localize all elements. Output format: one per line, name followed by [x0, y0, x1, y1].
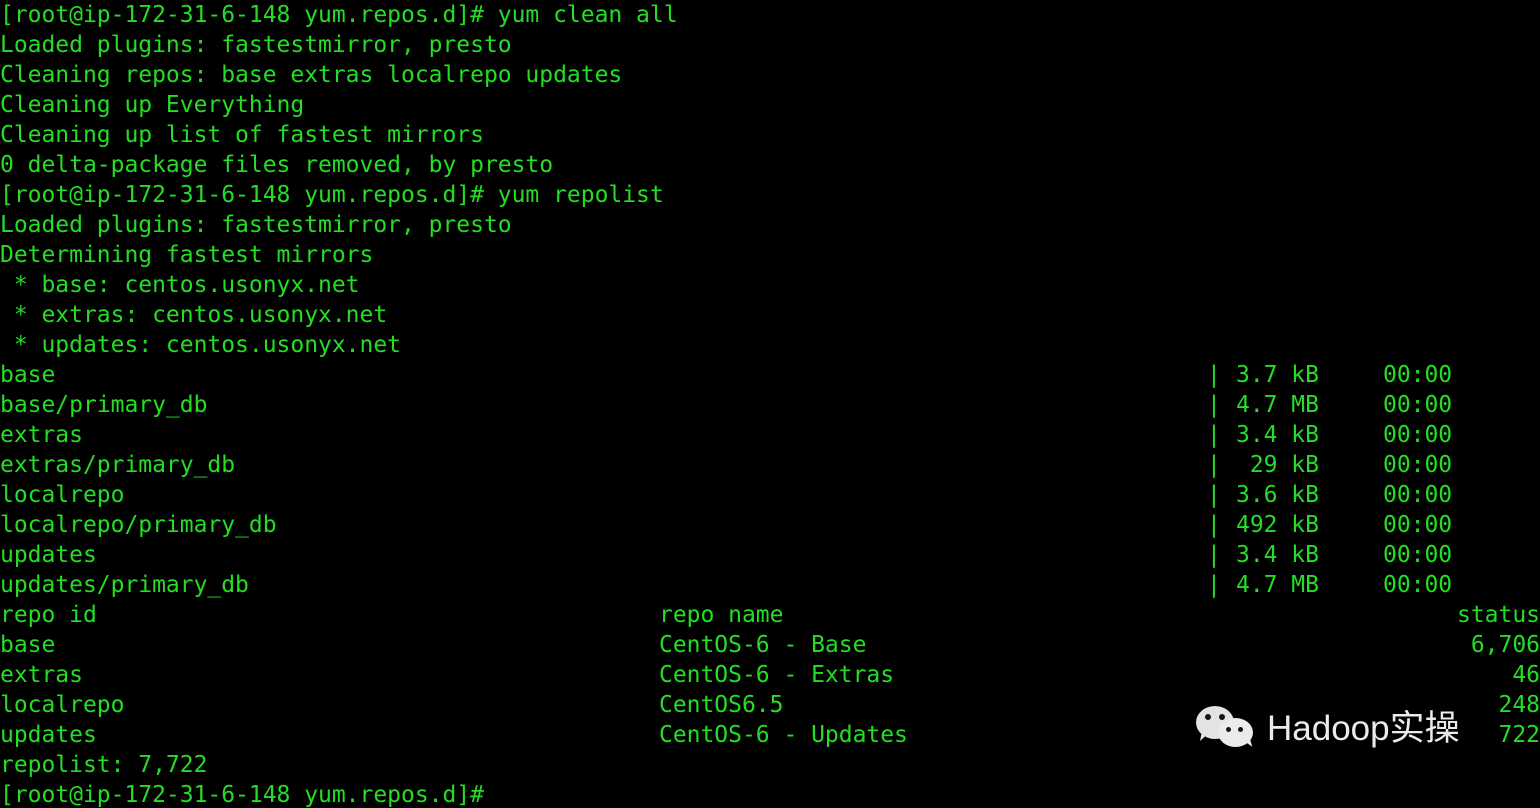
repo-metadata-size: 3.6 kB: [1236, 482, 1319, 508]
repo-id-cell: updates: [0, 722, 97, 748]
repo-metadata-time: 00:00: [1383, 362, 1453, 388]
metadata-download-row: updates/primary_db | 4.7 MB 00:00: [0, 570, 1540, 600]
terminal-line-command-clean: [root@ip-172-31-6-148 yum.repos.d]# yum …: [0, 2, 678, 28]
terminal-line-determining-mirrors: Determining fastest mirrors: [0, 242, 374, 268]
column-header-status: status: [1457, 602, 1540, 628]
terminal-line-final-prompt: [root@ip-172-31-6-148 yum.repos.d]#: [0, 782, 484, 808]
repo-id-cell: extras: [0, 662, 83, 688]
repo-name-cell: CentOS-6 - Extras: [659, 662, 895, 688]
terminal-line-cleaning-mirrors: Cleaning up list of fastest mirrors: [0, 122, 484, 148]
pipe-separator: |: [1207, 362, 1221, 388]
repo-metadata-size: 492 kB: [1236, 512, 1319, 538]
terminal-screen: [root@ip-172-31-6-148 yum.repos.d]# yum …: [0, 0, 1540, 808]
repo-metadata-name: updates/primary_db: [0, 572, 249, 598]
terminal-line-mirror-base: * base: centos.usonyx.net: [0, 272, 360, 298]
metadata-download-row: localrepo | 3.6 kB 00:00: [0, 480, 1540, 510]
repo-status-cell: 248: [1498, 692, 1540, 718]
metadata-download-row: localrepo/primary_db | 492 kB 00:00: [0, 510, 1540, 540]
repo-metadata-time: 00:00: [1383, 512, 1453, 538]
repo-metadata-time: 00:00: [1383, 422, 1453, 448]
repo-status-cell: 46: [1512, 662, 1540, 688]
repo-status-cell: 722: [1498, 722, 1540, 748]
repo-table-row: base CentOS-6 - Base 6,706: [0, 630, 1540, 660]
repo-metadata-name: base: [0, 362, 56, 388]
repo-table-row: extras CentOS-6 - Extras 46: [0, 660, 1540, 690]
terminal-line-loaded-plugins-1: Loaded plugins: fastestmirror, presto: [0, 32, 512, 58]
terminal-line-mirror-extras: * extras: centos.usonyx.net: [0, 302, 388, 328]
repo-metadata-name: extras: [0, 422, 83, 448]
repo-metadata-name: localrepo/primary_db: [0, 512, 277, 538]
pipe-separator: |: [1207, 512, 1221, 538]
metadata-download-row: base/primary_db | 4.7 MB 00:00: [0, 390, 1540, 420]
pipe-separator: |: [1207, 422, 1221, 448]
repo-metadata-name: base/primary_db: [0, 392, 208, 418]
repo-metadata-name: localrepo: [0, 482, 125, 508]
repo-metadata-time: 00:00: [1383, 392, 1453, 418]
terminal-window[interactable]: [root@ip-172-31-6-148 yum.repos.d]# yum …: [0, 0, 1540, 808]
pipe-separator: |: [1207, 482, 1221, 508]
metadata-download-row: extras | 3.4 kB 00:00: [0, 420, 1540, 450]
repo-metadata-time: 00:00: [1383, 482, 1453, 508]
metadata-download-row: updates | 3.4 kB 00:00: [0, 540, 1540, 570]
terminal-line-command-repolist: [root@ip-172-31-6-148 yum.repos.d]# yum …: [0, 182, 664, 208]
repo-id-cell: base: [0, 632, 56, 658]
repo-metadata-size: 3.4 kB: [1236, 542, 1319, 568]
metadata-download-row: extras/primary_db | 29 kB 00:00: [0, 450, 1540, 480]
repo-metadata-size: 4.7 MB: [1236, 392, 1319, 418]
repo-name-cell: CentOS-6 - Base: [659, 632, 867, 658]
terminal-line-repolist-total: repolist: 7,722: [0, 752, 208, 778]
terminal-line-cleaning-repos: Cleaning repos: base extras localrepo up…: [0, 62, 623, 88]
repo-id-cell: localrepo: [0, 692, 125, 718]
repo-metadata-size: 3.7 kB: [1236, 362, 1319, 388]
repo-metadata-size: 29 kB: [1236, 452, 1319, 478]
repo-metadata-time: 00:00: [1383, 452, 1453, 478]
repo-metadata-time: 00:00: [1383, 542, 1453, 568]
pipe-separator: |: [1207, 392, 1221, 418]
terminal-line-loaded-plugins-2: Loaded plugins: fastestmirror, presto: [0, 212, 512, 238]
repo-table-header: repo id repo name status: [0, 600, 1540, 630]
pipe-separator: |: [1207, 572, 1221, 598]
metadata-download-row: base | 3.7 kB 00:00: [0, 360, 1540, 390]
column-header-repo-id: repo id: [0, 602, 97, 628]
repo-table-row: localrepo CentOS6.5 248: [0, 690, 1540, 720]
column-header-repo-name: repo name: [659, 602, 784, 628]
terminal-line-mirror-updates: * updates: centos.usonyx.net: [0, 332, 401, 358]
terminal-line-cleaning-everything: Cleaning up Everything: [0, 92, 305, 118]
repo-metadata-time: 00:00: [1383, 572, 1453, 598]
terminal-line-delta-package: 0 delta-package files removed, by presto: [0, 152, 554, 178]
repo-name-cell: CentOS-6 - Updates: [659, 722, 908, 748]
repo-status-cell: 6,706: [1470, 632, 1540, 658]
repo-metadata-name: extras/primary_db: [0, 452, 236, 478]
pipe-separator: |: [1207, 542, 1221, 568]
repo-table-row: updates CentOS-6 - Updates 722: [0, 720, 1540, 750]
repo-name-cell: CentOS6.5: [659, 692, 784, 718]
repo-metadata-size: 3.4 kB: [1236, 422, 1319, 448]
repo-metadata-name: updates: [0, 542, 97, 568]
repo-metadata-size: 4.7 MB: [1236, 572, 1319, 598]
pipe-separator: |: [1207, 452, 1221, 478]
